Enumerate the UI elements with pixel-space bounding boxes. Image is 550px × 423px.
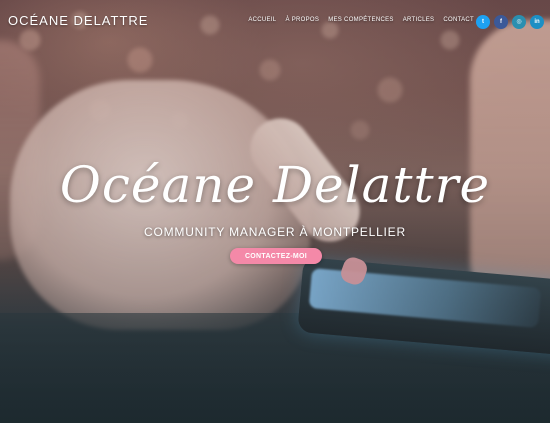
nav-mes-competences[interactable]: MES COMPÉTENCES: [328, 17, 394, 23]
nav-contact[interactable]: CONTACT: [443, 17, 474, 23]
nav-articles[interactable]: ARTICLES: [403, 17, 435, 23]
nav-a-propos[interactable]: À PROPOS: [285, 17, 319, 23]
site-header: OCÉANE DELATTRE ACCUEIL À PROPOS MES COM…: [0, 0, 550, 44]
instagram-icon[interactable]: ◎: [512, 15, 526, 29]
site-brand[interactable]: OCÉANE DELATTRE: [8, 13, 148, 28]
nav-accueil[interactable]: ACCUEIL: [248, 17, 276, 23]
contact-me-button[interactable]: CONTACTEZ-MOI: [230, 248, 322, 264]
facebook-icon[interactable]: f: [494, 15, 508, 29]
main-nav: ACCUEIL À PROPOS MES COMPÉTENCES ARTICLE…: [248, 17, 474, 23]
social-links: t f ◎ in: [476, 15, 544, 29]
twitter-icon[interactable]: t: [476, 15, 490, 29]
hero-subtitle: COMMUNITY MANAGER À MONTPELLIER: [144, 225, 406, 239]
linkedin-icon[interactable]: in: [530, 15, 544, 29]
hero-title: Océane Delattre: [59, 156, 491, 214]
